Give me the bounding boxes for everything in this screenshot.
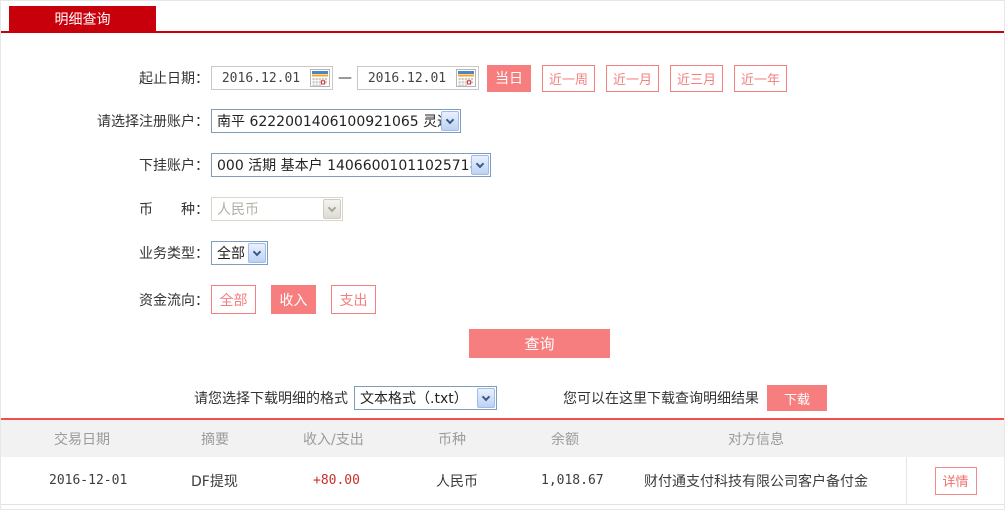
date-range-label: 起止日期：: [139, 71, 209, 87]
calendar-icon[interactable]: [310, 69, 330, 87]
download-format-value: 文本格式（.txt）: [360, 391, 468, 407]
download-row: 请您选择下载明细的格式 文本格式（.txt） 您可以在这里下载查询明细结果 下载: [194, 385, 1004, 411]
register-account-value: 南平 6222001406100921065 灵通卡: [217, 114, 441, 130]
business-type-select[interactable]: 全部: [211, 241, 268, 265]
end-date-input[interactable]: 2016.12.01: [357, 66, 479, 90]
cell-counterparty: 财付通支付科技有限公司客户备付金: [644, 473, 868, 490]
chevron-down-icon: [323, 199, 341, 219]
end-date-value: 2016.12.01: [367, 70, 447, 86]
start-date-value: 2016.12.01: [221, 70, 301, 86]
currency-label: 币 种：: [139, 202, 209, 218]
fund-flow-label: 资金流向：: [139, 292, 209, 309]
col-header-date: 交易日期: [54, 431, 110, 448]
register-account-select[interactable]: 南平 6222001406100921065 灵通卡: [211, 109, 461, 133]
query-form: 起止日期： 2016.12.01 — 2016.12.01 当日 近一周 近一月…: [1, 33, 1004, 411]
tab-label: 明细查询: [54, 11, 111, 28]
download-hint: 您可以在这里下载查询明细结果: [563, 391, 759, 407]
fund-flow-row: 资金流向： 全部 收入 支出: [9, 285, 1004, 314]
cell-action: 详情: [906, 457, 1004, 504]
cell-currency: 人民币: [436, 473, 478, 490]
quick-range-month-button[interactable]: 近一月: [606, 64, 660, 92]
col-header-counterparty: 对方信息: [728, 431, 784, 448]
sub-account-select[interactable]: 000 活期 基本户 1406600101102571848: [211, 153, 491, 177]
start-date-input[interactable]: 2016.12.01: [211, 66, 333, 90]
col-header-currency: 币种: [438, 431, 466, 448]
download-button[interactable]: 下载: [767, 385, 827, 411]
sub-account-row: 下挂账户： 000 活期 基本户 1406600101102571848: [9, 153, 1004, 177]
col-header-summary: 摘要: [201, 431, 229, 448]
col-header-in-out: 收入/支出: [303, 431, 364, 448]
currency-row: 币 种： 人民币: [9, 197, 1004, 221]
query-button[interactable]: 查询: [469, 329, 610, 358]
quick-range-week-button[interactable]: 近一周: [542, 64, 596, 92]
col-header-balance: 余额: [551, 431, 579, 448]
detail-button[interactable]: 详情: [934, 466, 977, 495]
quick-range-today-button[interactable]: 当日: [487, 64, 531, 92]
quick-range-year-button[interactable]: 近一年: [734, 64, 788, 92]
download-format-select[interactable]: 文本格式（.txt）: [354, 386, 497, 410]
chevron-down-icon[interactable]: [441, 111, 459, 131]
calendar-icon[interactable]: [456, 69, 476, 87]
cell-summary: DF提现: [191, 473, 238, 490]
business-type-row: 业务类型： 全部: [9, 241, 1004, 265]
table-header-row: 交易日期 摘要 收入/支出 币种 余额 对方信息: [1, 420, 1004, 457]
tab-detail-query[interactable]: 明细查询: [9, 6, 156, 31]
cell-amount: +80.00: [313, 473, 360, 488]
date-range-row: 起止日期： 2016.12.01 — 2016.12.01 当日 近一周 近一月…: [9, 64, 1004, 92]
register-account-row: 请选择注册账户： 南平 6222001406100921065 灵通卡: [9, 109, 1004, 133]
quick-range-quarter-button[interactable]: 近三月: [670, 64, 724, 92]
sub-account-label: 下挂账户：: [139, 158, 209, 174]
fund-flow-all-button[interactable]: 全部: [211, 285, 256, 314]
tab-bar: 明细查询: [1, 1, 1004, 31]
currency-value: 人民币: [217, 202, 259, 218]
register-account-label: 请选择注册账户：: [97, 114, 209, 130]
currency-select: 人民币: [211, 197, 343, 221]
sub-account-value: 000 活期 基本户 1406600101102571848: [217, 158, 471, 174]
detail-query-page: 明细查询 起止日期： 2016.12.01 — 2016.12.01 当日 近一…: [0, 0, 1005, 510]
business-type-value: 全部: [217, 246, 245, 262]
fund-flow-income-button[interactable]: 收入: [271, 285, 316, 314]
table-row: 2016-12-01 DF提现 +80.00 人民币 1,018.67 财付通支…: [1, 457, 1004, 505]
cell-date: 2016-12-01: [49, 473, 128, 488]
chevron-down-icon[interactable]: [477, 388, 495, 408]
download-format-label: 请您选择下载明细的格式: [194, 391, 348, 407]
query-row: 查询: [469, 329, 1004, 358]
business-type-label: 业务类型：: [139, 246, 209, 262]
chevron-down-icon[interactable]: [248, 243, 266, 263]
fund-flow-expense-button[interactable]: 支出: [331, 285, 376, 314]
cell-balance: 1,018.67: [541, 473, 604, 488]
chevron-down-icon[interactable]: [471, 155, 489, 175]
date-range-separator: —: [338, 70, 352, 86]
